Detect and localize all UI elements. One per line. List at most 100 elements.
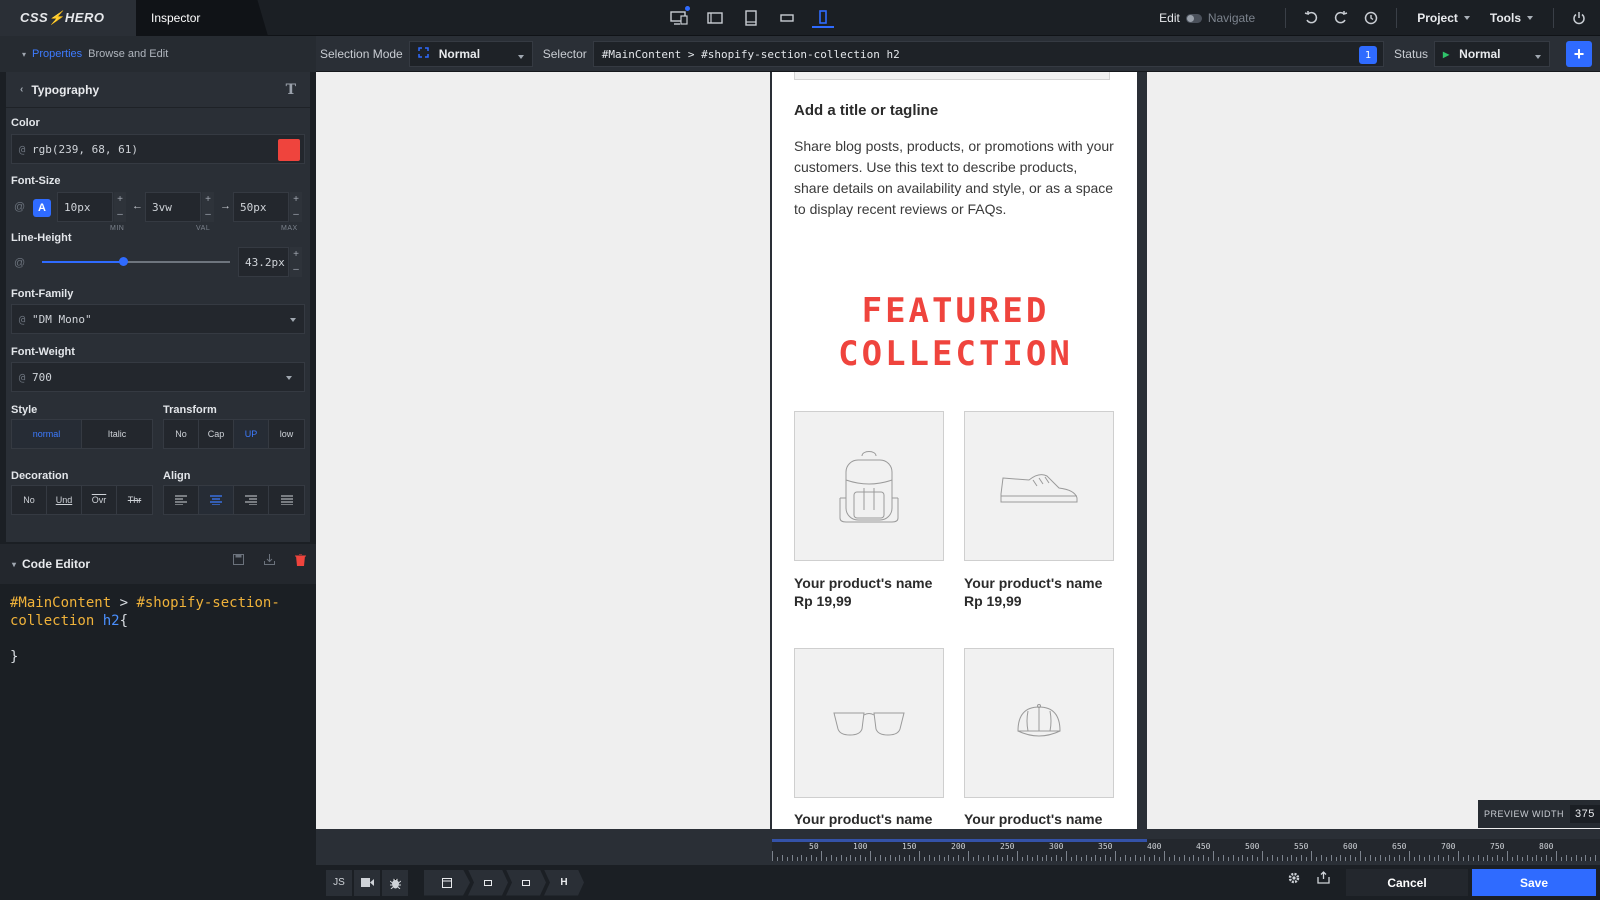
font-family-select[interactable]: @ "DM Mono" — [11, 304, 305, 334]
selector-input[interactable]: #MainContent > #shopify-section-collecti… — [592, 41, 1384, 67]
js-button[interactable]: JS — [326, 869, 352, 896]
share-icon[interactable] — [1317, 871, 1330, 888]
style-italic-button[interactable]: Italic — [82, 420, 152, 448]
align-center-icon[interactable] — [199, 486, 234, 514]
bug-icon[interactable] — [382, 869, 408, 896]
ruler-tick — [1546, 855, 1547, 861]
transform-none-button[interactable]: No — [164, 420, 199, 448]
ruler-tick — [1473, 857, 1474, 861]
tablet-landscape-icon[interactable] — [704, 8, 726, 28]
font-size-min-input[interactable]: 10px — [57, 192, 113, 222]
product-name[interactable]: Your product's name — [964, 810, 1102, 828]
line-height-stepper[interactable]: + – — [290, 247, 302, 277]
product-name[interactable]: Your product's name — [794, 574, 932, 592]
decoration-linethrough-button[interactable]: Thr — [117, 486, 152, 514]
redo-icon[interactable] — [1326, 0, 1356, 36]
mobile-landscape-icon[interactable] — [776, 8, 798, 28]
style-normal-button[interactable]: normal — [12, 420, 82, 448]
ruler-tick — [1434, 857, 1435, 861]
tools-menu[interactable]: Tools — [1490, 11, 1533, 25]
mobile-preview[interactable]: Add a title or tagline Share blog posts,… — [770, 72, 1137, 829]
chevron-down-icon[interactable]: ▾ — [12, 560, 16, 569]
properties-tab[interactable]: Properties — [32, 48, 82, 60]
align-justify-icon[interactable] — [269, 486, 304, 514]
undo-icon[interactable] — [1296, 0, 1326, 36]
edit-mode-label[interactable]: Edit — [1159, 11, 1180, 25]
transform-lowercase-button[interactable]: low — [269, 420, 304, 448]
breadcrumb-box-icon[interactable] — [506, 869, 546, 896]
ruler-tick — [958, 855, 959, 861]
code-editor-header[interactable]: ▾ Code Editor — [0, 544, 316, 584]
align-right-icon[interactable] — [234, 486, 269, 514]
line-height-input[interactable]: 43.2px — [238, 247, 289, 277]
trash-icon[interactable] — [295, 553, 306, 569]
settings-icon[interactable] — [1287, 871, 1301, 888]
status-select[interactable]: ▶ Normal — [1434, 41, 1550, 67]
breadcrumb-box-icon[interactable] — [468, 869, 508, 896]
val-stepper[interactable]: + – — [202, 192, 214, 222]
font-size-max-input[interactable]: 50px — [233, 192, 289, 222]
product-image[interactable] — [794, 648, 944, 798]
save-button[interactable]: Save — [1472, 869, 1596, 896]
product-image[interactable] — [794, 411, 944, 561]
font-family-value: "DM Mono" — [32, 312, 92, 326]
history-icon[interactable] — [1356, 0, 1386, 36]
tablet-portrait-icon[interactable] — [740, 8, 762, 28]
decoration-none-button[interactable]: No — [12, 486, 47, 514]
decoration-overline-button[interactable]: Ovr — [82, 486, 117, 514]
ruler-tick — [1306, 857, 1307, 861]
chevron-left-icon[interactable]: ‹ — [20, 84, 23, 95]
ruler-tick — [895, 857, 896, 861]
project-menu[interactable]: Project — [1417, 11, 1470, 25]
product-image[interactable] — [964, 411, 1114, 561]
power-icon[interactable] — [1564, 0, 1594, 36]
typography-header[interactable]: ‹ Typography T — [6, 72, 310, 108]
breadcrumb-page-icon[interactable] — [424, 869, 470, 896]
product-image[interactable] — [964, 648, 1114, 798]
line-height-slider-handle[interactable] — [119, 257, 128, 266]
auto-font-size-button[interactable]: A — [33, 199, 51, 217]
chevron-down-icon[interactable]: ▾ — [22, 50, 26, 59]
selection-mode-select[interactable]: Normal — [408, 41, 533, 67]
add-rule-button[interactable]: + — [1566, 41, 1592, 67]
mobile-portrait-icon[interactable] — [812, 8, 834, 28]
tagline-description[interactable]: Share blog posts, products, or promotion… — [794, 136, 1114, 220]
app-logo[interactable]: CSS⚡HERO — [0, 0, 140, 36]
featured-collection-heading[interactable]: FEATURED COLLECTION — [772, 290, 1137, 376]
tab-inspector[interactable]: Inspector — [136, 0, 268, 36]
font-weight-select[interactable]: @ 700 — [11, 362, 305, 392]
save-icon[interactable] — [233, 554, 244, 569]
product-name[interactable]: Your product's name — [794, 810, 932, 828]
min-stepper[interactable]: + – — [114, 192, 126, 222]
transform-uppercase-button[interactable]: UP — [234, 420, 269, 448]
ruler-tick — [850, 855, 851, 861]
product-name[interactable]: Your product's name — [964, 574, 1102, 592]
navigate-mode-label[interactable]: Navigate — [1208, 11, 1255, 25]
code-selector-id: #MainContent — [10, 595, 112, 611]
transform-capitalize-button[interactable]: Cap — [199, 420, 234, 448]
ruler-tick — [1336, 857, 1337, 861]
max-stepper[interactable]: + – — [290, 192, 302, 222]
edit-navigate-toggle[interactable] — [1185, 13, 1202, 23]
export-icon[interactable] — [264, 554, 275, 569]
decoration-underline-button[interactable]: Und — [47, 486, 82, 514]
ruler-tick — [1301, 855, 1302, 861]
desktop-device-icon[interactable] — [668, 6, 690, 28]
color-swatch[interactable] — [278, 139, 300, 161]
preview-resize-handle[interactable] — [1136, 72, 1147, 829]
color-field[interactable]: @ rgb(239, 68, 61) — [11, 134, 305, 164]
ruler-tick — [1189, 857, 1190, 861]
ruler-tick — [1086, 855, 1087, 861]
breadcrumb-heading[interactable]: H — [544, 869, 584, 896]
cancel-button[interactable]: Cancel — [1346, 869, 1468, 896]
tagline-heading[interactable]: Add a title or tagline — [794, 102, 938, 119]
ruler-tick — [934, 857, 935, 861]
preview-width-value[interactable]: 375 — [1570, 805, 1600, 823]
ruler-tick — [1017, 851, 1018, 861]
font-size-val-input[interactable]: 3vw — [145, 192, 201, 222]
selector-bar: ▾ Properties Browse and Edit Selection M… — [0, 36, 1600, 72]
align-left-icon[interactable] — [164, 486, 199, 514]
width-ruler[interactable]: 50 100 150 200 250 300 350 400 450 500 550 600 650 70… — [772, 839, 1600, 861]
code-editor-content[interactable]: #MainContent > #shopify-section- collect… — [0, 584, 316, 676]
video-icon[interactable] — [354, 869, 380, 896]
